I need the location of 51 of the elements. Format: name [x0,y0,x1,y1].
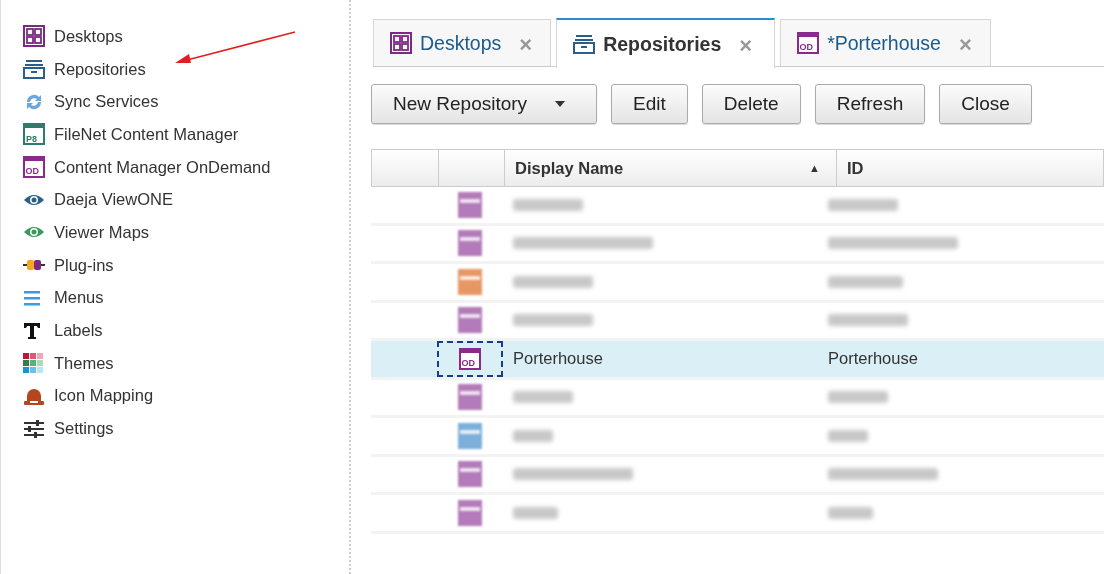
repository-icon [457,267,483,296]
sidebar-item[interactable]: Menus [23,281,349,315]
grid-icon [23,25,45,48]
color-grid-icon [23,353,44,374]
menu-icon [23,289,41,306]
plug-icon [23,259,45,272]
repository-icon [457,498,483,527]
eye-icon [23,192,45,207]
tab[interactable]: OD *Porterhouse × [780,19,991,66]
od-icon: OD [459,347,481,370]
sidebar-item[interactable]: Settings [23,412,349,445]
sidebar-item[interactable]: Labels [23,314,349,347]
drawer-icon [573,34,596,54]
column-header[interactable]: Display Name ▲ [505,150,837,186]
toolbar-button[interactable]: Edit [611,84,688,124]
repository-icon [457,190,483,219]
sidebar-item[interactable]: OD Content Manager OnDemand [23,150,349,184]
od-icon: OD [797,32,820,54]
tab[interactable]: Repositories × [556,18,776,68]
new-repository-button[interactable]: New Repository [371,84,597,124]
sidebar-item[interactable]: Themes [23,346,349,380]
table-cell: Porterhouse [513,349,603,369]
sidebar-item[interactable]: Sync Services [23,85,349,119]
caret-icon [555,101,566,107]
table-cell: Porterhouse [828,349,918,369]
sliders-icon [23,418,45,439]
sidebar-item[interactable]: Daeja ViewONE [23,183,349,217]
p8-icon: P8 [23,123,45,146]
toolbar-button[interactable]: Close [939,84,1032,124]
table-row[interactable]: OD Porterhouse Porterhouse [371,341,1104,380]
toolbar-button[interactable]: Delete [701,84,801,124]
sidebar-item[interactable]: Desktops [23,20,349,53]
eye-icon [23,225,45,240]
drawer-icon [23,59,45,80]
sidebar-item[interactable]: Plug-ins [23,248,349,282]
od-icon: OD [23,156,45,179]
toolbar-button[interactable]: Refresh [814,84,926,124]
repository-icon [457,460,483,489]
letter-t-icon [23,321,41,340]
grid-icon [390,32,412,54]
repository-icon [457,421,483,450]
repository-icon [457,306,483,335]
sidebar-item[interactable]: P8 FileNet Content Manager [23,118,349,151]
sidebar-item[interactable]: Repositories [23,52,349,86]
sidebar-item[interactable]: Icon Mapping [23,379,349,413]
sort-arrow: ▲ [809,162,820,174]
tab[interactable]: Desktops × [373,19,552,66]
column-header[interactable]: ID [837,150,1103,186]
repository-icon [457,229,483,258]
sidebar-item[interactable]: Viewer Maps [23,216,349,249]
repository-icon [457,383,483,412]
